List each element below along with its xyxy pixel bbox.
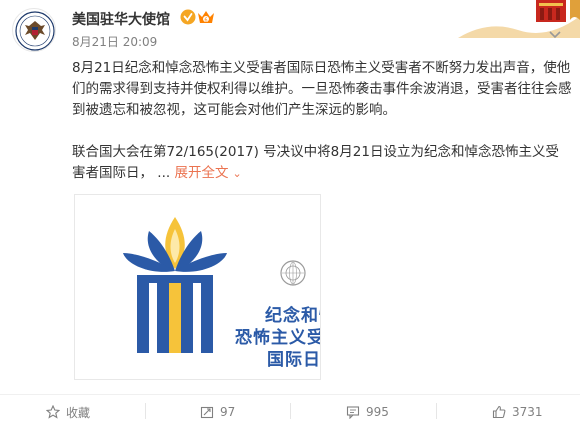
repost-button[interactable]: 97 xyxy=(200,400,235,424)
post-image[interactable]: 纪念和悼 恐怖主义受 国际日 xyxy=(74,194,321,380)
username[interactable]: 美国驻华大使馆 xyxy=(72,9,170,29)
repost-icon xyxy=(200,406,214,419)
post-timestamp[interactable]: 8月21日 20:09 xyxy=(72,33,157,50)
comment-icon xyxy=(346,406,360,419)
chevron-down-icon[interactable] xyxy=(548,30,562,40)
post-text: 8月21日纪念和悼念恐怖主义受害者国际日恐怖主义受害者不断努力发出声音，使他们的… xyxy=(72,58,572,184)
post-paragraph: 联合国大会在第72/165(2017) 号决议中将8月21日设立为纪念和悼念恐怖… xyxy=(72,142,572,184)
expand-full-text-link[interactable]: 展开全文 xyxy=(174,165,228,181)
chevron-down-icon[interactable]: ⌄ xyxy=(232,163,241,184)
like-button[interactable]: 3731 xyxy=(492,400,543,424)
star-icon xyxy=(46,405,60,419)
divider xyxy=(145,403,146,419)
image-caption-line: 国际日 xyxy=(267,350,321,370)
post-paragraph-text: 联合国大会在第72/165(2017) 号决议中将8月21日设立为纪念和悼念恐怖… xyxy=(72,144,559,181)
un-emblem-icon xyxy=(280,260,306,286)
verified-badge-icon xyxy=(180,9,196,25)
post-paragraph: 8月21日纪念和悼念恐怖主义受害者国际日恐怖主义受害者不断努力发出声音，使他们的… xyxy=(72,60,572,118)
remembrance-logo-icon xyxy=(123,217,227,353)
weibo-post-card: 美国驻华大使馆 6 8月21日 20:09 8月21日纪念和悼念恐怖主义受害者国… xyxy=(0,0,580,435)
comment-button[interactable]: 995 xyxy=(346,400,389,424)
svg-text:6: 6 xyxy=(204,18,207,24)
repost-count: 97 xyxy=(220,405,236,419)
vip-badge-icon[interactable]: 6 xyxy=(196,8,216,26)
favorite-button[interactable]: 收藏 xyxy=(46,400,90,424)
divider xyxy=(0,394,580,395)
thumbs-up-icon xyxy=(492,405,506,419)
divider xyxy=(436,403,437,419)
like-count: 3731 xyxy=(512,405,543,419)
favorite-label: 收藏 xyxy=(66,405,91,420)
avatar[interactable] xyxy=(12,8,56,52)
embassy-seal-icon xyxy=(15,11,55,51)
comment-count: 995 xyxy=(366,405,389,419)
divider xyxy=(290,403,291,419)
